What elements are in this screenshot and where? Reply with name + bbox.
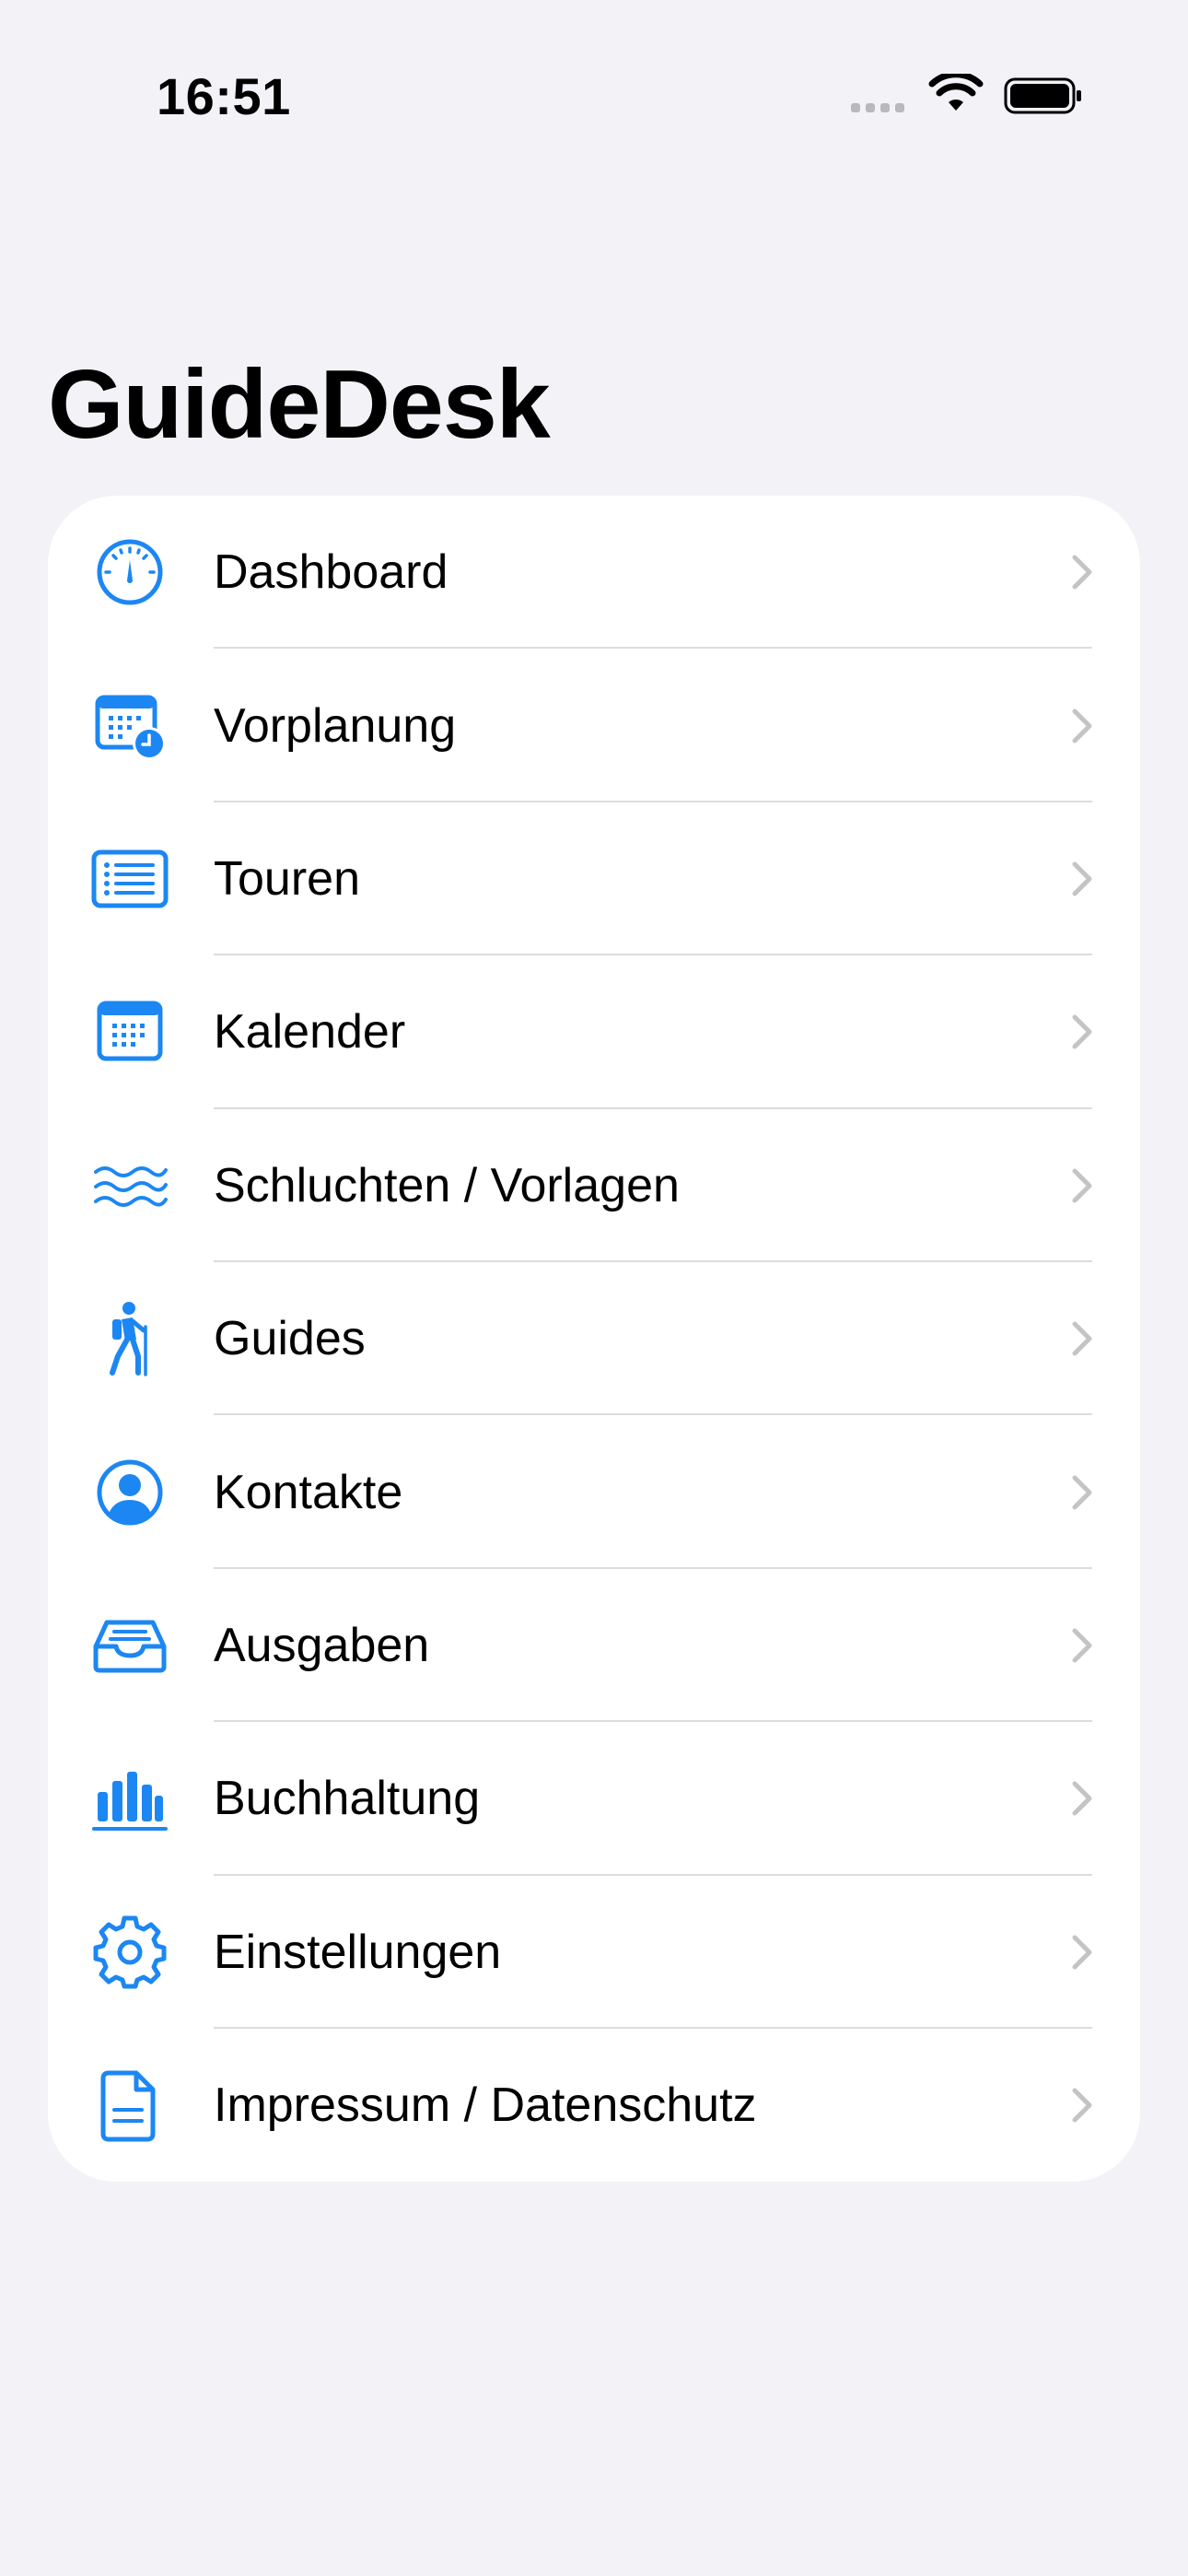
menu-item-ausgaben[interactable]: Ausgaben [48, 1569, 1140, 1723]
calendar-clock-icon [90, 686, 169, 766]
list-icon [90, 839, 169, 919]
menu-item-label: Touren [214, 851, 360, 906]
page-title: GuideDesk [48, 350, 551, 459]
water-waves-icon [90, 1146, 169, 1225]
menu-item-label: Kontakte [214, 1465, 403, 1519]
chevron-right-icon [1072, 1168, 1092, 1203]
menu-item-label: Impressum / Datenschutz [214, 2078, 757, 2133]
chevron-right-icon [1072, 2088, 1092, 2123]
menu-item-impressum-datenschutz[interactable]: Impressum / Datenschutz [48, 2029, 1140, 2182]
gear-icon [90, 1913, 169, 1992]
bar-chart-icon [90, 1759, 169, 1838]
menu-item-label: Einstellungen [214, 1925, 502, 1979]
menu-item-dashboard[interactable]: Dashboard [48, 496, 1140, 650]
document-icon [90, 2066, 169, 2145]
chevron-right-icon [1072, 555, 1092, 590]
chevron-right-icon [1072, 1014, 1092, 1049]
battery-icon [1004, 77, 1081, 114]
status-bar: 16:51 [0, 0, 1188, 193]
menu-item-einstellungen[interactable]: Einstellungen [48, 1876, 1140, 2029]
wifi-icon [928, 74, 984, 111]
chevron-right-icon [1072, 708, 1092, 744]
menu-item-kalender[interactable]: Kalender [48, 955, 1140, 1109]
menu-item-label: Vorplanung [214, 698, 457, 753]
menu-item-schluchten-vorlagen[interactable]: Schluchten / Vorlagen [48, 1109, 1140, 1262]
chevron-right-icon [1072, 1475, 1092, 1510]
menu-item-kontakte[interactable]: Kontakte [48, 1415, 1140, 1569]
menu-item-touren[interactable]: Touren [48, 802, 1140, 956]
hiker-icon [90, 1299, 169, 1378]
menu-item-buchhaltung[interactable]: Buchhaltung [48, 1722, 1140, 1876]
person-circle-icon [90, 1453, 169, 1532]
menu-item-label: Kalender [214, 1005, 406, 1060]
menu-item-label: Schluchten / Vorlagen [214, 1158, 680, 1212]
status-time: 16:51 [157, 67, 291, 125]
menu-item-label: Ausgaben [214, 1618, 430, 1672]
tray-icon [90, 1606, 169, 1685]
chevron-right-icon [1072, 1781, 1092, 1816]
calendar-icon [90, 992, 169, 1071]
menu-item-vorplanung[interactable]: Vorplanung [48, 649, 1140, 802]
gauge-icon [90, 533, 169, 612]
menu-item-label: Guides [214, 1312, 366, 1366]
menu-item-label: Buchhaltung [214, 1772, 481, 1826]
chevron-right-icon [1072, 861, 1092, 896]
menu-item-label: Dashboard [214, 545, 448, 600]
chevron-right-icon [1072, 1935, 1092, 1970]
menu-list: Dashboard Vorplanung Touren Kalender Sch… [48, 496, 1140, 2182]
chevron-right-icon [1072, 1321, 1092, 1356]
chevron-right-icon [1072, 1628, 1092, 1663]
menu-item-guides[interactable]: Guides [48, 1262, 1140, 1416]
cellular-signal-icon [851, 103, 904, 112]
